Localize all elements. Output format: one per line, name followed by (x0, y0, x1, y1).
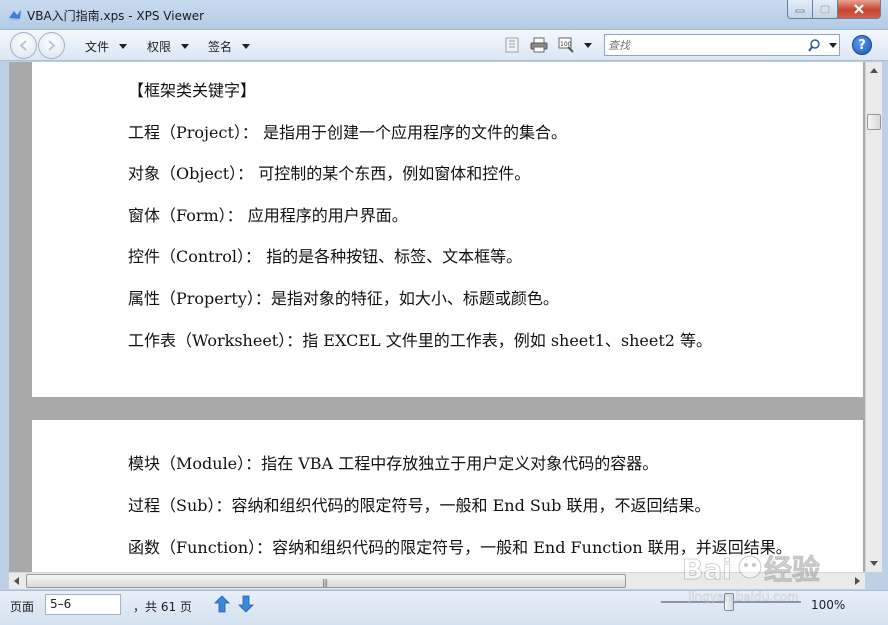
document-view[interactable]: 【框架类关键字】 工程（Project）： 是指用于创建一个应用程序的文件的集合… (9, 62, 865, 572)
svg-text:经验: 经验 (764, 553, 820, 586)
chevron-down-icon (242, 44, 251, 49)
scroll-down-icon[interactable] (870, 561, 878, 566)
forward-arrow-icon (48, 40, 56, 51)
search-options-icon[interactable] (829, 43, 837, 48)
menu-signatures-label: 签名 (208, 40, 233, 54)
menu-file[interactable]: 文件 (85, 38, 128, 55)
zoom-icon[interactable]: 100 (558, 37, 576, 53)
svg-text:100: 100 (560, 41, 572, 48)
document-page: 【框架类关键字】 工程（Project）： 是指用于创建一个应用程序的文件的集合… (32, 62, 863, 397)
menu-permissions-label: 权限 (147, 40, 172, 54)
help-icon: ? (858, 37, 866, 53)
minimize-icon (795, 9, 805, 13)
scroll-left-icon[interactable] (14, 577, 19, 585)
chevron-down-icon (119, 44, 128, 49)
doc-heading: 【框架类关键字】 (128, 81, 257, 100)
menu-signatures[interactable]: 签名 (208, 38, 251, 55)
window-controls (787, 0, 881, 20)
help-button[interactable]: ? (852, 35, 872, 55)
navigation-buttons (10, 32, 68, 59)
svg-text:jingyan.baidu.com: jingyan.baidu.com (687, 590, 799, 604)
close-icon (854, 4, 864, 14)
menu-file-label: 文件 (85, 40, 110, 54)
doc-line: 过程（Sub）：容纳和组织代码的限定符号，一般和 End Sub 联用，不返回结… (128, 496, 711, 515)
document-outline-icon[interactable] (504, 37, 520, 53)
toolbar: 文件 权限 签名 100 ? (0, 30, 888, 61)
doc-line: 属性（Property）：是指对象的特征，如大小、标题或颜色。 (128, 289, 559, 308)
doc-line: 模块（Module）：指在 VBA 工程中存放独立于用户定义对象代码的容器。 (128, 454, 659, 473)
vertical-scroll-thumb[interactable] (867, 114, 881, 130)
maximize-button[interactable] (813, 0, 838, 19)
scroll-up-icon[interactable] (870, 68, 878, 73)
minimize-button[interactable] (787, 0, 813, 19)
horizontal-scroll-thumb[interactable]: ||| (26, 574, 626, 588)
xps-viewer-icon (9, 10, 21, 21)
vertical-scrollbar[interactable] (865, 62, 882, 572)
zoom-dropdown-icon[interactable] (584, 43, 592, 48)
doc-line: 工作表（Worksheet）：指 EXCEL 文件里的工作表，例如 sheet1… (128, 331, 713, 350)
doc-line: 工程（Project）： 是指用于创建一个应用程序的文件的集合。 (128, 123, 567, 142)
window-title: VBA入门指南.xps - XPS Viewer (27, 9, 205, 23)
baidu-jingyan-watermark: Bai 经验 jingyan.baidu.com (682, 553, 821, 605)
total-pages: ，共 61 页 (133, 600, 192, 614)
next-page-icon[interactable] (238, 595, 254, 613)
doc-line: 控件（Control）： 指的是各种按钮、标签、文本框等。 (128, 247, 523, 266)
previous-page-icon[interactable] (214, 595, 230, 613)
title-bar: VBA入门指南.xps - XPS Viewer (0, 0, 888, 30)
page-label: 页面 (10, 600, 35, 614)
back-button[interactable] (10, 32, 37, 59)
search-icon[interactable] (808, 39, 821, 52)
chevron-down-icon (181, 44, 190, 49)
doc-line: 窗体（Form）： 应用程序的用户界面。 (128, 206, 408, 225)
menu-permissions[interactable]: 权限 (147, 38, 190, 55)
doc-line: 对象（Object）： 可控制的某个东西，例如窗体和控件。 (128, 164, 531, 183)
search-box[interactable] (604, 34, 840, 56)
page-number-input[interactable]: 5–6 (45, 594, 121, 615)
maximize-icon (820, 4, 830, 14)
back-arrow-icon (19, 40, 27, 51)
close-button[interactable] (838, 0, 881, 19)
print-icon[interactable] (530, 37, 548, 53)
search-input[interactable] (608, 37, 798, 53)
grip-icon: ||| (322, 578, 328, 587)
forward-button[interactable] (38, 32, 65, 59)
svg-text:Bai: Bai (682, 553, 732, 586)
